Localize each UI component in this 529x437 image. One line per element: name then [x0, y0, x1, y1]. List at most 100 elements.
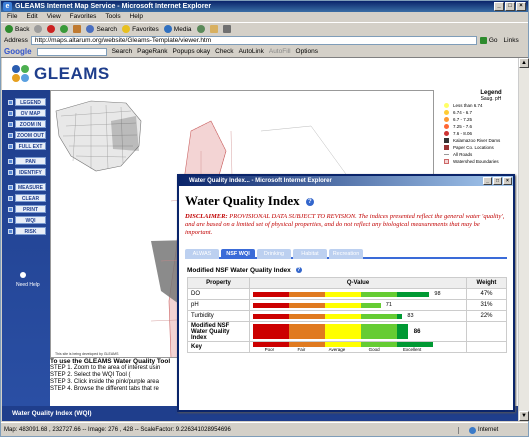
forward-arrow-icon — [34, 25, 43, 33]
risk-tool-button[interactable]: RISK — [8, 227, 46, 235]
zoom-out-tool-button[interactable]: ZOOM OUT — [8, 131, 46, 139]
gleams-logo: GLEAMS — [12, 64, 110, 84]
tab-drinking[interactable]: Drinking — [257, 249, 291, 259]
pan-tool-button[interactable]: PAN — [8, 157, 46, 165]
search-button[interactable]: Search — [86, 25, 117, 33]
links-button[interactable]: Links — [504, 37, 519, 44]
print-tool-button[interactable]: PRINT — [8, 205, 46, 213]
qvalue-bar-segment — [361, 313, 397, 319]
need-help-link[interactable]: Need Help — [16, 282, 40, 288]
modified-index-bar — [253, 324, 433, 339]
tab-habitat[interactable]: Habitat — [293, 249, 327, 259]
measure-tool-button[interactable]: MEASURE — [8, 183, 46, 191]
help-icon[interactable] — [20, 272, 26, 278]
weight-cell: 47% — [466, 288, 507, 300]
gleams-logo-text: GLEAMS — [34, 64, 110, 83]
tab-recreation[interactable]: Recreation — [329, 249, 363, 259]
map-credit: This site is being developed by GLEAMS — [55, 352, 119, 356]
star-icon — [122, 25, 131, 33]
wqi-heading-text: Water Quality Index — [185, 193, 300, 208]
search-label: Search — [96, 25, 118, 33]
wqi-tool-button[interactable]: WQI — [8, 216, 46, 224]
autofill-button[interactable]: AutoFill — [269, 48, 291, 55]
home-button[interactable] — [73, 25, 82, 33]
weight-cell-empty — [466, 321, 507, 342]
menu-file[interactable]: File — [7, 12, 17, 22]
instruction-step: STEP 3. Click inside the pink/purple are… — [50, 379, 159, 385]
help-icon[interactable]: ? — [295, 267, 302, 274]
qvalue-bar-segment — [325, 302, 361, 308]
scroll-up-icon[interactable]: ▲ — [519, 58, 529, 68]
address-input[interactable]: http://maps.altarum.org/website/Gleams-T… — [30, 36, 477, 45]
weight-cell: 22% — [466, 310, 507, 322]
print-button[interactable] — [222, 25, 231, 33]
table-row: DO 98 47% — [187, 288, 507, 300]
printer-icon — [222, 25, 231, 33]
legend-item: 7.25 - 7.6 — [434, 123, 518, 130]
favorites-button[interactable]: Favorites — [122, 25, 159, 33]
help-icon[interactable]: ? — [305, 198, 314, 207]
key-cell: Poor Fair Average Good Excellent — [249, 341, 467, 353]
wqi-heading: Water Quality Index ? — [185, 193, 314, 209]
menu-edit[interactable]: Edit — [26, 12, 37, 22]
clear-tool-button[interactable]: CLEAR — [8, 194, 46, 202]
popup-title-bar: Water Quality Index... - Microsoft Inter… — [179, 176, 513, 186]
table-header-row: Property Q-Value Weight — [187, 277, 507, 289]
close-button[interactable]: × — [516, 2, 526, 11]
google-search-button[interactable]: Search — [112, 48, 133, 55]
table-row: pH 71 31% — [187, 299, 507, 311]
qvalue-bar-segment — [361, 324, 397, 339]
full-extent-tool-button[interactable]: FULL EXT — [8, 142, 46, 150]
wqi-tabs: ALWAS NSF WQI Drinking Habitat Recreatio… — [185, 249, 507, 259]
disclaimer-text: PROVISIONAL DATA SUBJECT TO REVISION. Th… — [185, 213, 505, 236]
history-button[interactable] — [196, 25, 205, 33]
qvalue-number: 71 — [385, 302, 392, 308]
legend-tool-button[interactable]: LEGEND — [8, 98, 46, 106]
stop-button[interactable] — [47, 25, 56, 33]
legend-item: Paper Co. Locations — [434, 144, 518, 151]
popup-close-button[interactable]: × — [503, 177, 512, 185]
popup-maximize-button[interactable]: □ — [493, 177, 502, 185]
maximize-button[interactable]: □ — [505, 2, 515, 11]
weight-cell-empty — [466, 341, 507, 353]
qvalue-number: 83 — [407, 313, 414, 319]
legend-item: Watershed Boundaries — [434, 158, 518, 165]
refresh-button[interactable] — [60, 25, 69, 33]
back-button[interactable]: Back — [5, 25, 29, 33]
media-button[interactable]: Media — [163, 25, 192, 33]
menu-bar: File Edit View Favorites Tools Help — [1, 12, 528, 22]
key-level-average: Average — [328, 347, 346, 352]
instruction-step: STEP 2. Select the WQI Tool ( — [50, 372, 131, 378]
menu-help[interactable]: Help — [130, 12, 143, 22]
media-icon — [163, 25, 172, 33]
property-cell: DO — [187, 288, 250, 300]
tab-nsf-wqi[interactable]: NSF WQI — [221, 249, 255, 259]
go-button[interactable]: Go — [479, 37, 498, 44]
vertical-scrollbar[interactable]: ▲ ▼ — [518, 58, 529, 421]
forward-button[interactable] — [34, 25, 43, 33]
pagerank-indicator[interactable]: PageRank — [137, 48, 167, 55]
menu-view[interactable]: View — [47, 12, 61, 22]
popup-minimize-button[interactable]: _ — [483, 177, 492, 185]
options-button[interactable]: Options — [296, 48, 318, 55]
menu-tools[interactable]: Tools — [105, 12, 120, 22]
scroll-down-icon[interactable]: ▼ — [519, 411, 529, 421]
check-button[interactable]: Check — [215, 48, 233, 55]
history-icon — [196, 25, 205, 33]
identify-tool-button[interactable]: IDENTIFY — [8, 168, 46, 176]
qvalue-bar-segment — [325, 291, 361, 297]
ovmap-tool-button[interactable]: OV MAP — [8, 109, 46, 117]
zoom-in-tool-button[interactable]: ZOOM IN — [8, 120, 46, 128]
popup-body: Water Quality Index ? DISCLAIMER: PROVIS… — [179, 186, 513, 410]
google-search-input[interactable] — [36, 47, 107, 56]
popups-button[interactable]: Popups okay — [173, 48, 211, 55]
qvalue-bar-segment — [361, 302, 381, 308]
tab-alwas[interactable]: ALWAS — [185, 249, 219, 259]
qvalue-number: 98 — [434, 291, 441, 297]
minimize-button[interactable]: _ — [494, 2, 504, 11]
back-label: Back — [15, 25, 30, 33]
mail-button[interactable] — [209, 25, 218, 33]
qvalue-bar-segment — [325, 324, 361, 339]
menu-favorites[interactable]: Favorites — [70, 12, 97, 22]
autolink-button[interactable]: AutoLink — [239, 48, 264, 55]
